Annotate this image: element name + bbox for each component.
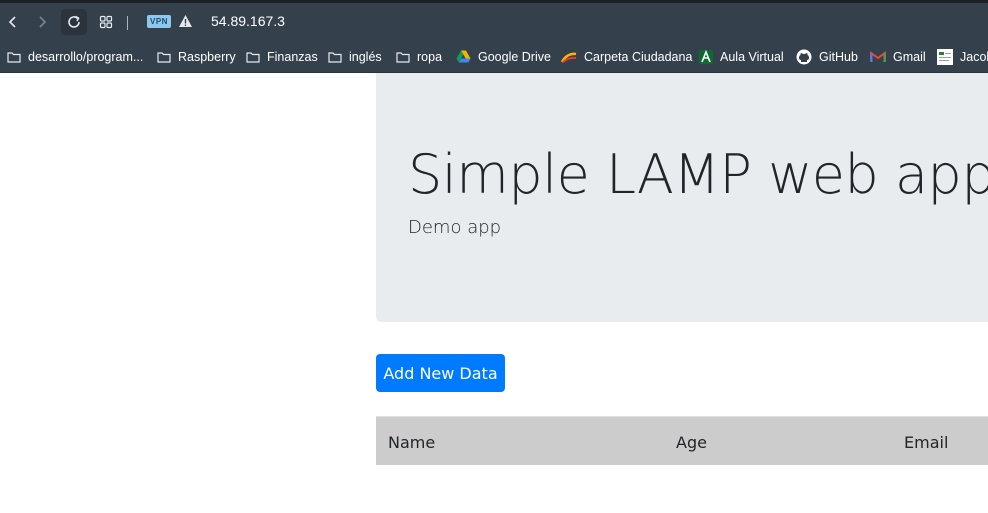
bookmark-gmail[interactable]: Gmail (870, 41, 926, 72)
bookmark-label: Raspberry (178, 49, 236, 64)
bookmark-label: Aula Virtual (720, 49, 784, 64)
bookmark-label: Google Drive (478, 49, 551, 64)
site-icon (937, 48, 953, 65)
reload-icon (68, 15, 80, 28)
bookmark-label: inglés (349, 49, 382, 64)
chevron-right-icon (39, 16, 47, 28)
bookmark-aula-virtual[interactable]: Aula Virtual (699, 41, 784, 72)
bookmark-desarrollo[interactable]: desarrollo/program... (7, 41, 143, 72)
bookmark-label: Carpeta Ciudadana (584, 49, 693, 64)
page-subtitle: Demo app (408, 217, 502, 238)
bookmarks-bar: desarrollo/program... Raspberry Finanzas… (0, 41, 988, 72)
bookmark-label: desarrollo/program... (28, 49, 144, 64)
not-secure-warning-icon[interactable] (178, 14, 193, 33)
forward-button[interactable] (29, 9, 55, 35)
back-button[interactable] (0, 9, 26, 35)
table-header-row: Name Age Email (376, 416, 988, 465)
bookmark-label: GitHub (819, 49, 858, 64)
column-header-age: Age (676, 433, 707, 452)
reload-button[interactable] (61, 9, 87, 35)
jumbotron: Simple LAMP web app Demo app (376, 73, 988, 322)
bookmark-label: Finanzas (267, 49, 318, 64)
bookmark-finanzas[interactable]: Finanzas (246, 41, 318, 72)
bookmark-carpeta-ciudadana[interactable]: Carpeta Ciudadana (561, 41, 692, 72)
browser-toolbar: VPN 54.89.167.3 (0, 3, 988, 41)
bookmark-raspberry[interactable]: Raspberry (157, 41, 236, 72)
column-header-email: Email (904, 433, 949, 452)
bookmark-google-drive[interactable]: Google Drive (456, 41, 551, 72)
bookmark-jacob[interactable]: Jacob (937, 41, 988, 72)
bookmark-ropa[interactable]: ropa (396, 41, 442, 72)
toolbar-divider (127, 16, 128, 30)
carpeta-ciudadana-icon (561, 51, 577, 63)
github-icon (796, 49, 812, 65)
folder-icon (328, 51, 342, 63)
aula-virtual-icon (699, 49, 713, 64)
folder-icon (246, 51, 260, 63)
add-new-data-button[interactable]: Add New Data (376, 354, 505, 392)
folder-icon (396, 51, 410, 63)
column-header-name: Name (388, 433, 436, 452)
folder-icon (7, 51, 21, 63)
chevron-left-icon (8, 16, 16, 28)
bookmark-label: Gmail (893, 49, 926, 64)
google-drive-icon (456, 50, 471, 63)
folder-icon (157, 51, 171, 63)
gmail-icon (870, 50, 886, 63)
bookmark-label: ropa (417, 49, 443, 64)
bookmark-github[interactable]: GitHub (796, 41, 858, 72)
tab-grid-button[interactable] (93, 9, 119, 35)
bookmark-ingles[interactable]: inglés (328, 41, 382, 72)
vpn-badge[interactable]: VPN (147, 15, 171, 28)
bookmark-label: Jacob (960, 49, 988, 64)
address-bar-url[interactable]: 54.89.167.3 (211, 13, 285, 29)
page-title: Simple LAMP web app (408, 143, 988, 206)
grid-icon (99, 15, 113, 29)
